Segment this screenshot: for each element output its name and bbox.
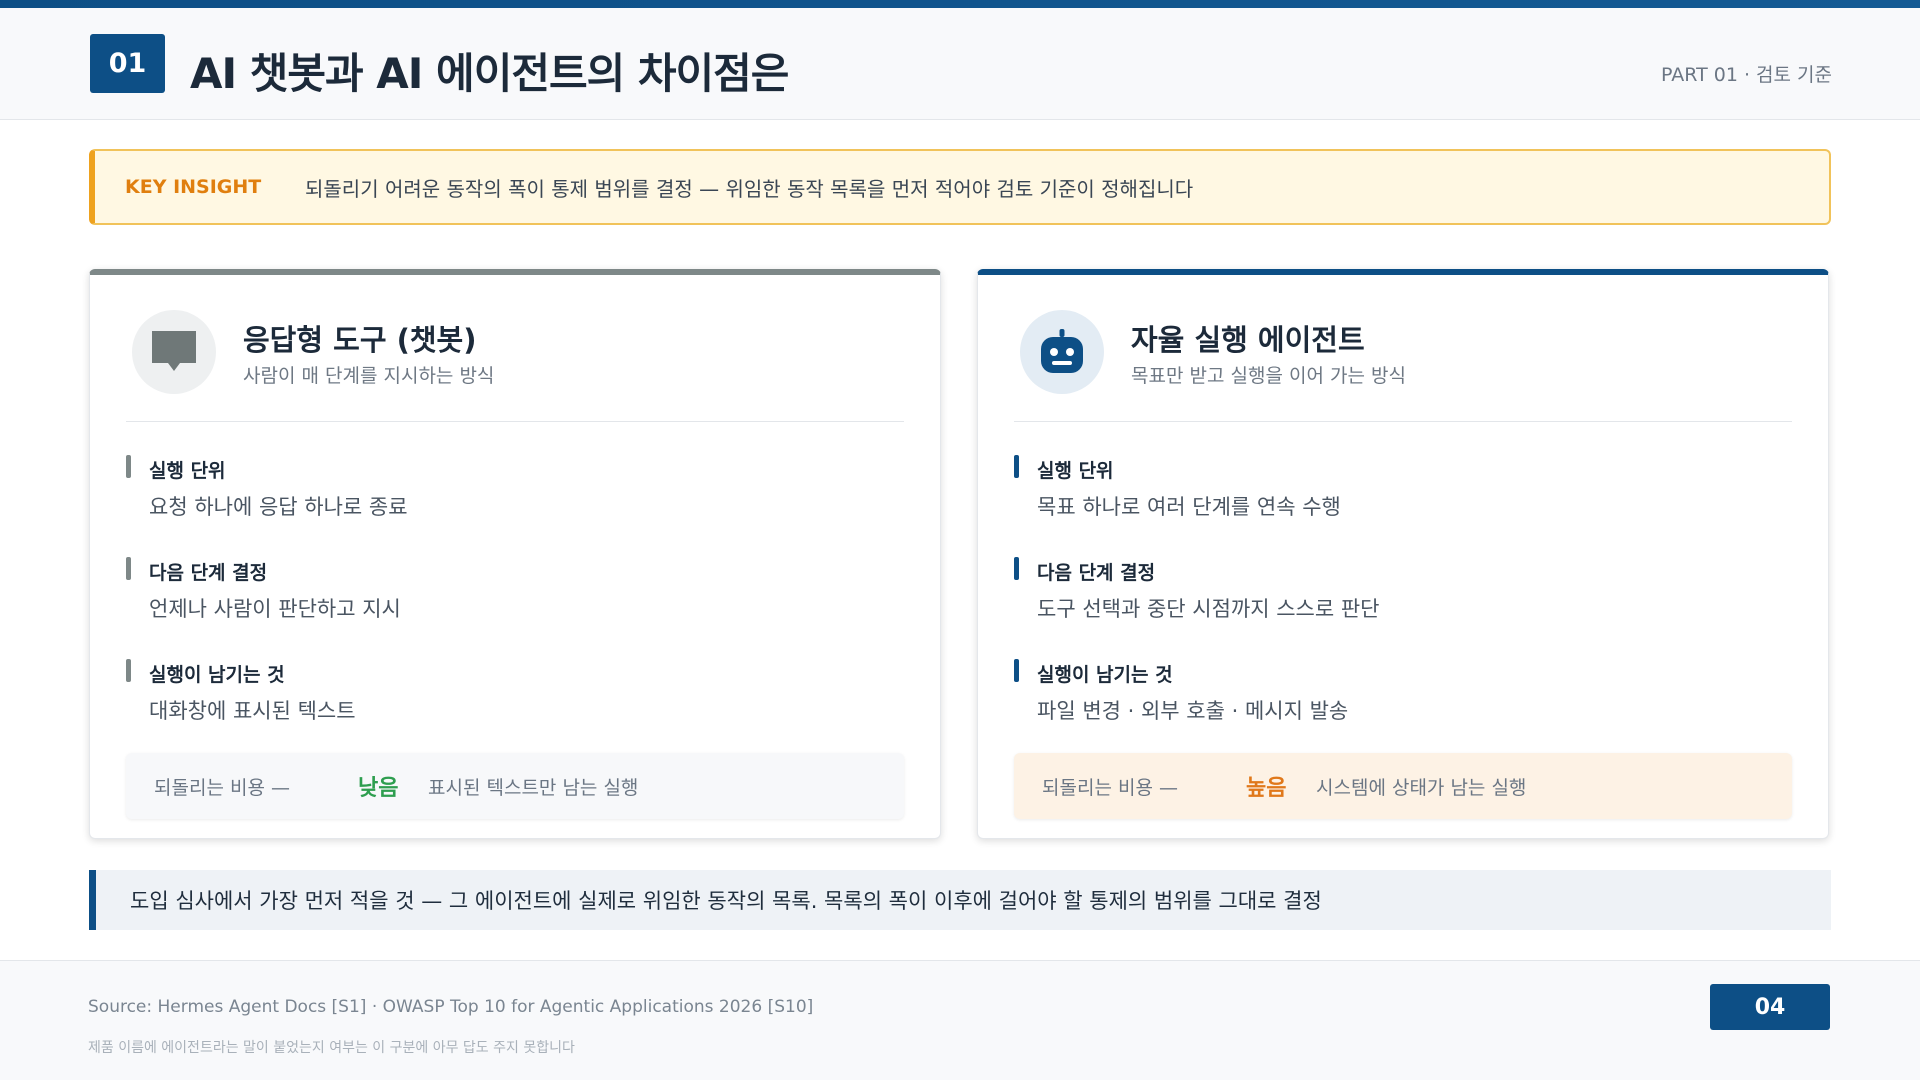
agent-card: 자율 실행 에이전트 목표만 받고 실행을 이어 가는 방식 실행 단위 목표 … xyxy=(977,269,1829,839)
agent-feature-item: 다음 단계 결정 도구 선택과 중단 시점까지 스스로 판단 xyxy=(1014,557,1774,627)
cost-label: 되돌리는 비용 — xyxy=(154,776,290,799)
agent-feature-item: 실행이 남기는 것 파일 변경 · 외부 호출 · 메시지 발송 xyxy=(1014,659,1774,729)
feature-accent-bar xyxy=(126,455,131,478)
source-citation: Source: Hermes Agent Docs [S1] · OWASP T… xyxy=(88,997,814,1017)
feature-value: 도구 선택과 중단 시점까지 스스로 판단 xyxy=(1037,597,1380,621)
feature-label: 다음 단계 결정 xyxy=(1037,562,1156,584)
chat-bubble-icon xyxy=(152,331,196,371)
cost-level-high: 높음 xyxy=(1246,776,1287,801)
agent-icon-wrap xyxy=(1020,310,1104,394)
page-number-badge: 04 xyxy=(1710,984,1830,1030)
feature-accent-bar xyxy=(126,659,131,682)
chatbot-card-subtitle: 사람이 매 단계를 지시하는 방식 xyxy=(243,365,495,387)
bottom-callout: 도입 심사에서 가장 먼저 적을 것 — 그 에이전트에 실제로 위임한 동작의… xyxy=(89,870,1831,930)
chatbot-cost-box: 되돌리는 비용 — 낮음 표시된 텍스트만 남는 실행 xyxy=(126,753,904,819)
feature-value: 목표 하나로 여러 단계를 연속 수행 xyxy=(1037,495,1341,519)
cost-description: 표시된 텍스트만 남는 실행 xyxy=(428,776,639,799)
page-title: AI 챗봇과 AI 에이전트의 차이점은 xyxy=(190,49,789,98)
slide-footer: Source: Hermes Agent Docs [S1] · OWASP T… xyxy=(0,960,1920,1080)
feature-accent-bar xyxy=(1014,557,1019,580)
part-label: PART 01 · 검토 기준 xyxy=(1661,64,1832,86)
feature-value: 언제나 사람이 판단하고 지시 xyxy=(149,597,401,621)
chatbot-card-title: 응답형 도구 (챗봇) xyxy=(243,323,477,357)
section-number-badge: 01 xyxy=(90,34,165,93)
feature-value: 요청 하나에 응답 하나로 종료 xyxy=(149,495,408,519)
chatbot-feature-item: 다음 단계 결정 언제나 사람이 판단하고 지시 xyxy=(126,557,886,627)
top-accent-bar xyxy=(0,0,1920,8)
key-insight-label: KEY INSIGHT xyxy=(125,176,262,198)
feature-accent-bar xyxy=(1014,659,1019,682)
feature-label: 실행이 남기는 것 xyxy=(1037,664,1173,686)
chatbot-card: 응답형 도구 (챗봇) 사람이 매 단계를 지시하는 방식 실행 단위 요청 하… xyxy=(89,269,941,839)
feature-value: 파일 변경 · 외부 호출 · 메시지 발송 xyxy=(1037,699,1349,723)
cost-label: 되돌리는 비용 — xyxy=(1042,776,1178,799)
agent-card-subtitle: 목표만 받고 실행을 이어 가는 방식 xyxy=(1131,365,1406,387)
footnote: 제품 이름에 에이전트라는 말이 붙었는지 여부는 이 구분에 아무 답도 주지… xyxy=(88,1040,575,1056)
chatbot-feature-item: 실행이 남기는 것 대화창에 표시된 텍스트 xyxy=(126,659,886,729)
feature-label: 다음 단계 결정 xyxy=(149,562,268,584)
cost-description: 시스템에 상태가 남는 실행 xyxy=(1316,776,1527,799)
chatbot-icon-wrap xyxy=(132,310,216,394)
agent-cost-box: 되돌리는 비용 — 높음 시스템에 상태가 남는 실행 xyxy=(1014,753,1792,819)
robot-icon xyxy=(1041,329,1083,373)
feature-accent-bar xyxy=(1014,455,1019,478)
feature-label: 실행 단위 xyxy=(149,460,226,482)
agent-card-title: 자율 실행 에이전트 xyxy=(1131,323,1365,357)
key-insight-text: 되돌리기 어려운 동작의 폭이 통제 범위를 결정 — 위임한 동작 목록을 먼… xyxy=(305,176,1194,201)
key-insight-banner: KEY INSIGHT 되돌리기 어려운 동작의 폭이 통제 범위를 결정 — … xyxy=(89,149,1831,225)
chatbot-feature-item: 실행 단위 요청 하나에 응답 하나로 종료 xyxy=(126,455,886,525)
feature-value: 대화창에 표시된 텍스트 xyxy=(149,699,356,723)
feature-label: 실행이 남기는 것 xyxy=(149,664,285,686)
card-divider xyxy=(126,421,904,422)
feature-accent-bar xyxy=(126,557,131,580)
slide-header: 01 AI 챗봇과 AI 에이전트의 차이점은 PART 01 · 검토 기준 xyxy=(0,8,1920,120)
agent-feature-item: 실행 단위 목표 하나로 여러 단계를 연속 수행 xyxy=(1014,455,1774,525)
cost-level-low: 낮음 xyxy=(358,776,399,801)
bottom-callout-text: 도입 심사에서 가장 먼저 적을 것 — 그 에이전트에 실제로 위임한 동작의… xyxy=(130,889,1322,913)
card-divider xyxy=(1014,421,1792,422)
feature-label: 실행 단위 xyxy=(1037,460,1114,482)
